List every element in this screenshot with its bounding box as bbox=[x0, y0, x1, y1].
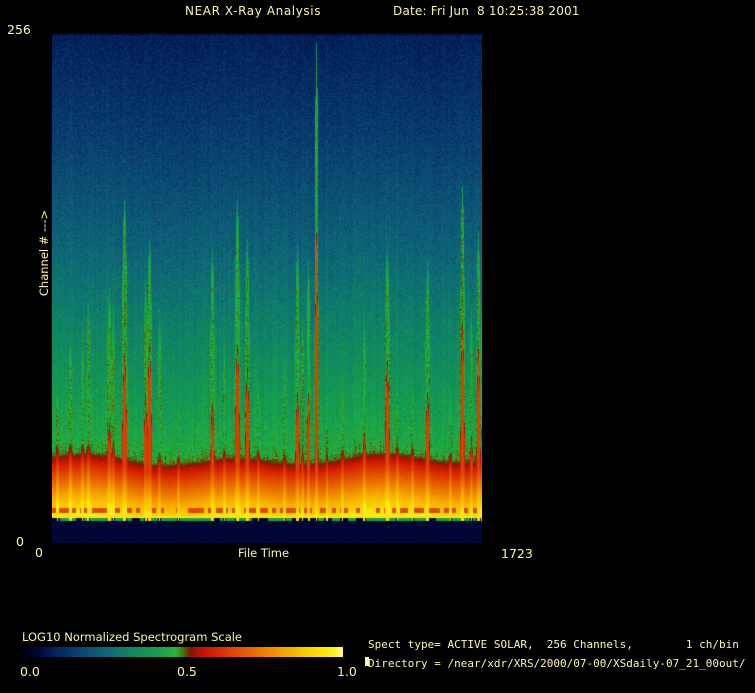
x-axis-title: File Time bbox=[238, 546, 289, 560]
directory-text: Directory = /near/xdr/XRS/2000/07-00/XSd… bbox=[368, 657, 746, 670]
y-axis-min-label: 0 bbox=[16, 534, 24, 549]
colorbar-title: LOG10 Normalized Spectrogram Scale bbox=[22, 630, 242, 644]
spect-type-text: Spect type= ACTIVE SOLAR, 256 Channels, … bbox=[368, 638, 739, 651]
x-axis-min-label: 0 bbox=[35, 545, 43, 560]
near-xray-analysis-window: NEAR X-Ray Analysis Date: Fri Jun 8 10:2… bbox=[0, 0, 755, 693]
y-axis-title: Channel # ---> bbox=[37, 210, 51, 296]
page-title: NEAR X-Ray Analysis bbox=[185, 4, 321, 18]
x-axis-max-label: 1723 bbox=[501, 546, 533, 561]
colorbar-tick-min: 0.0 bbox=[20, 664, 40, 679]
colorbar-tick-mid: 0.5 bbox=[177, 664, 197, 679]
colorbar bbox=[22, 647, 343, 657]
y-axis-max-label: 256 bbox=[7, 22, 31, 37]
spectrogram-plot bbox=[52, 33, 482, 543]
date-label: Date: Fri Jun 8 10:25:38 2001 bbox=[393, 4, 580, 18]
colorbar-tick-max: 1.0 bbox=[337, 664, 357, 679]
